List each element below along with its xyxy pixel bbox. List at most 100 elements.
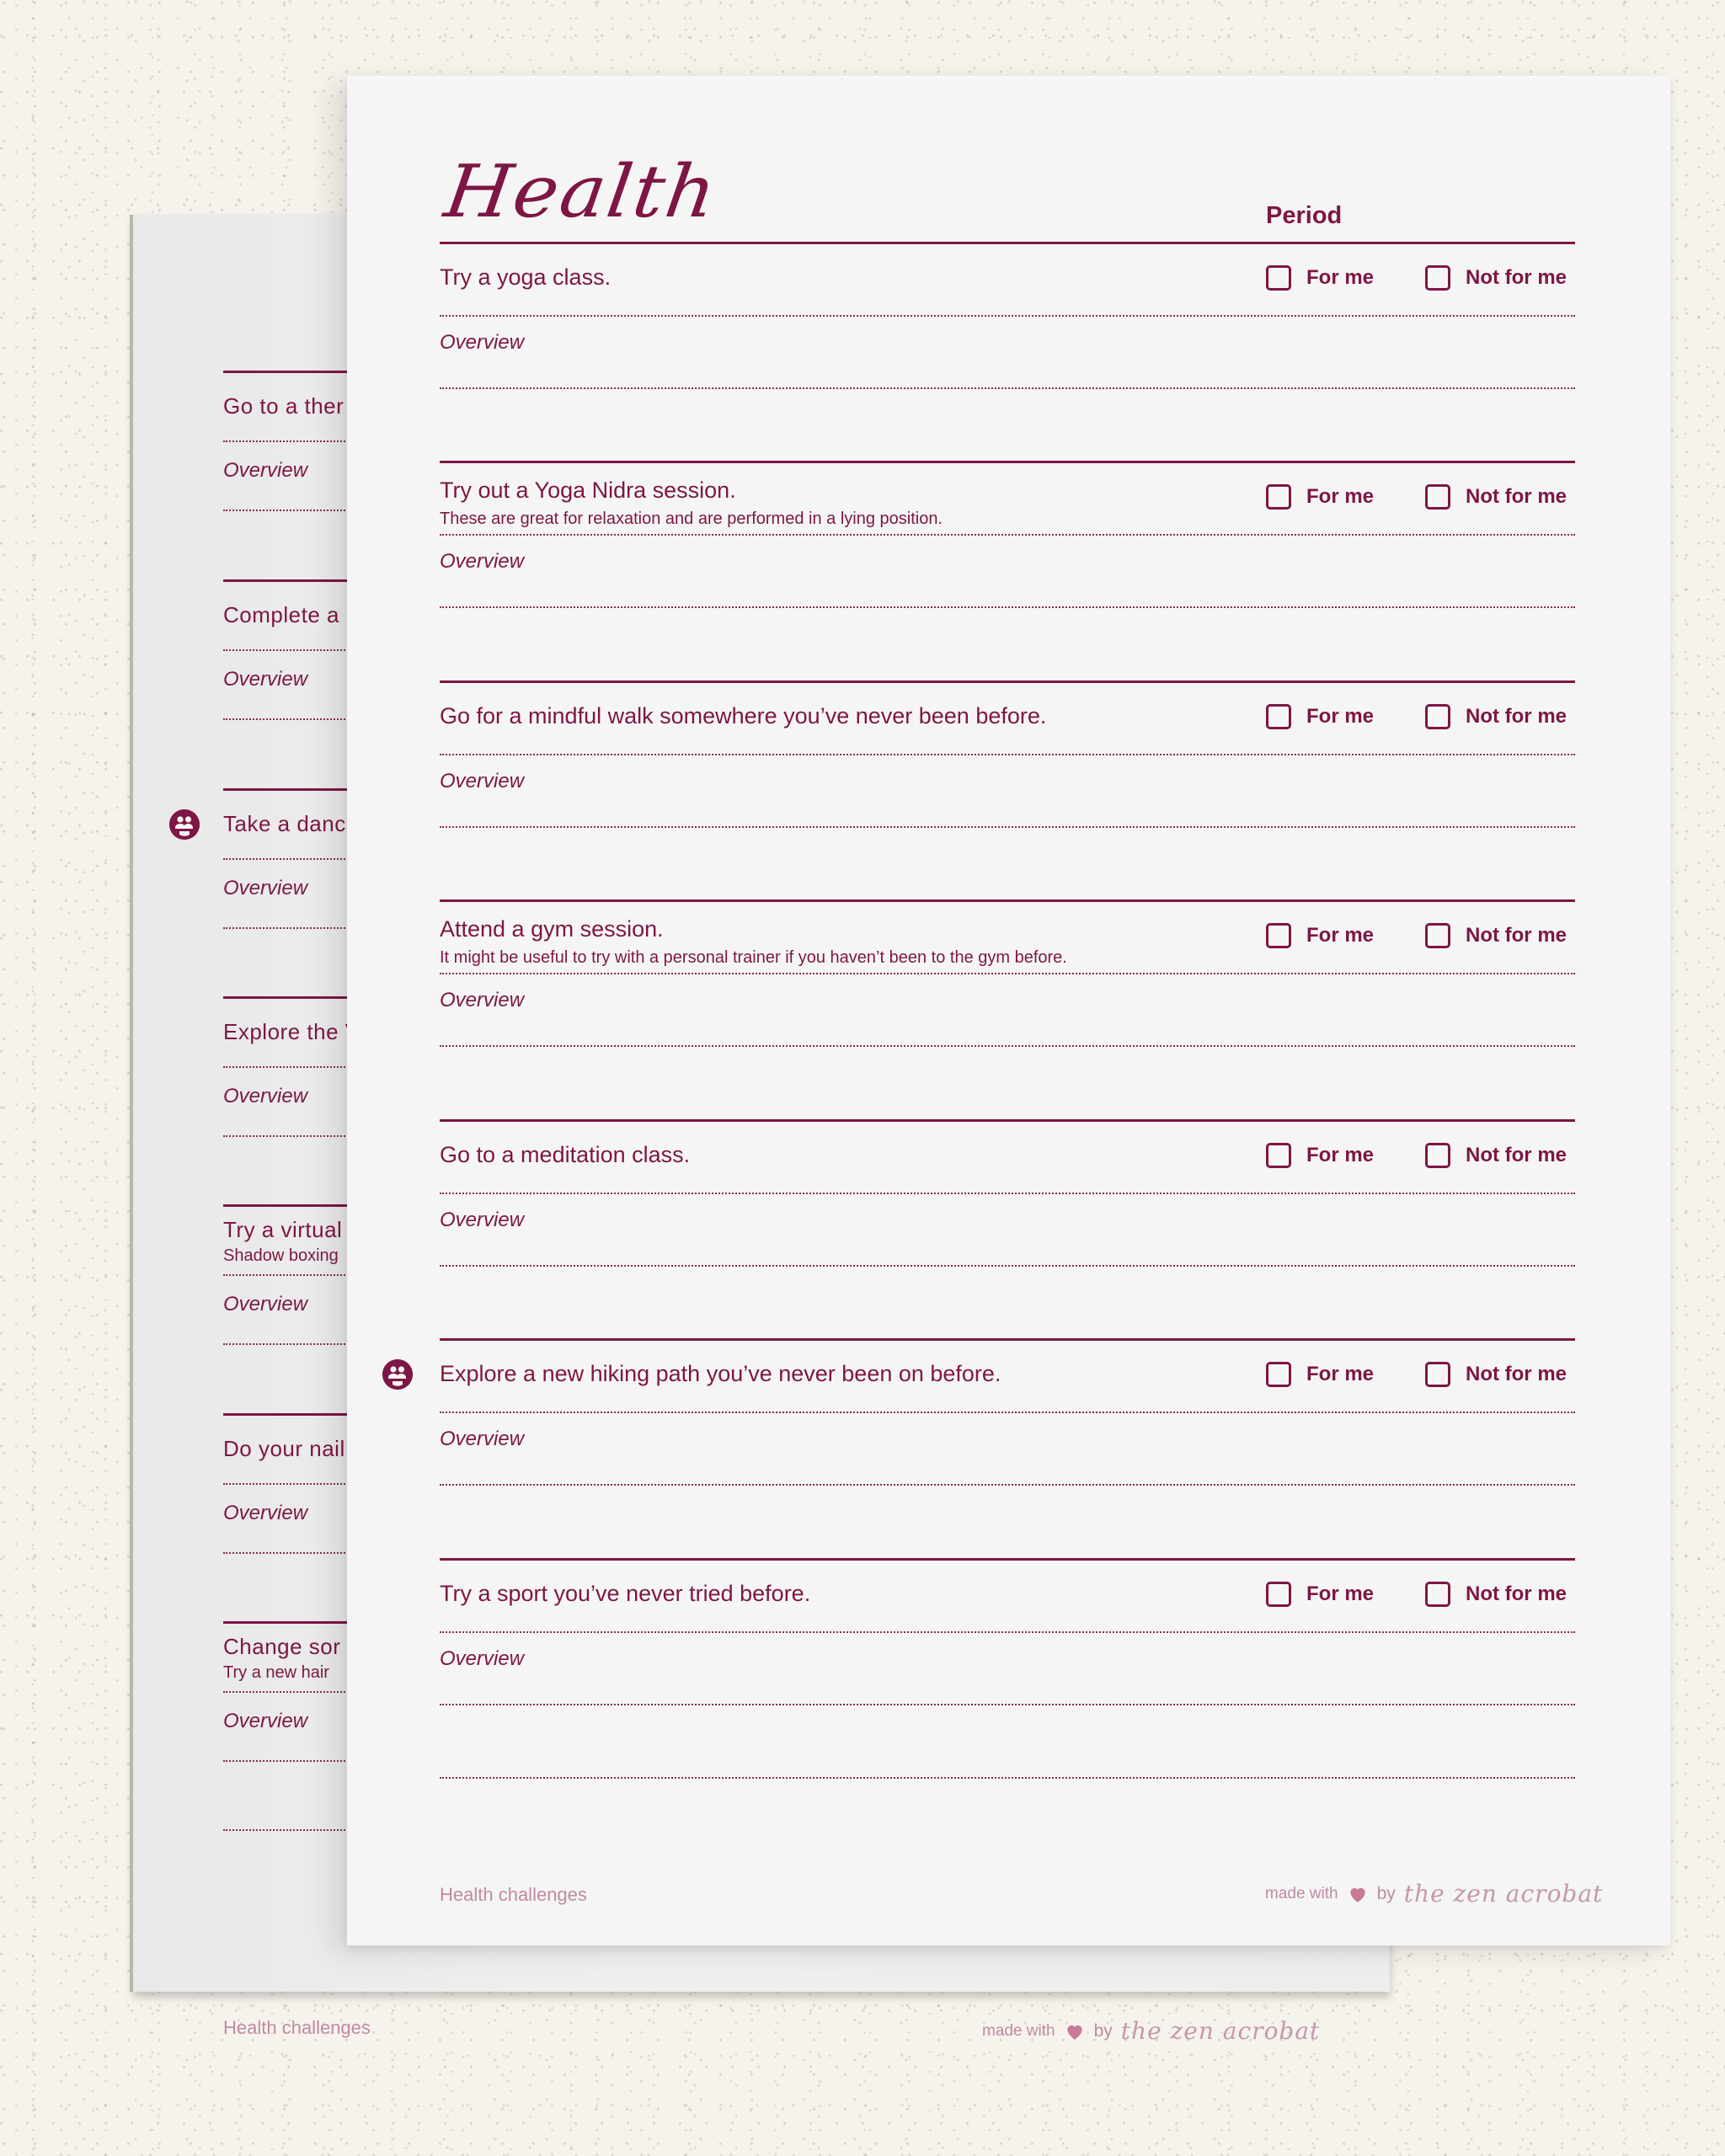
for-me-checkbox[interactable] xyxy=(1266,923,1291,948)
for-me-checkbox[interactable] xyxy=(1266,484,1291,510)
not-for-me-option[interactable]: Not for me xyxy=(1425,923,1567,948)
for-me-checkbox[interactable] xyxy=(1266,1143,1291,1168)
task-text: Explore the V xyxy=(223,1019,360,1044)
for-me-label[interactable]: For me xyxy=(1306,1363,1374,1386)
task-subtext: These are great for relaxation and are p… xyxy=(440,510,943,528)
overview-field: Overview xyxy=(223,1502,308,1524)
overview-field: Overview xyxy=(223,459,308,482)
not-for-me-checkbox[interactable] xyxy=(1425,265,1450,291)
task-row: Try a sport you’ve never tried before. Fo… xyxy=(440,1558,1575,1779)
task-text: Do your nail xyxy=(223,1436,345,1461)
not-for-me-checkbox[interactable] xyxy=(1425,704,1450,729)
overview-field: Overview xyxy=(223,668,308,691)
overview-field: Overview xyxy=(223,1085,308,1107)
for-me-option[interactable]: For me xyxy=(1266,1143,1374,1168)
overview-field: Overview xyxy=(223,877,308,899)
overview-field[interactable]: Overview xyxy=(440,550,524,574)
not-for-me-checkbox[interactable] xyxy=(1425,923,1450,948)
overview-dotted-line xyxy=(440,387,1575,389)
brand-signature: the zen acrobat xyxy=(1403,1880,1604,1908)
by-label: by xyxy=(1093,2020,1113,2041)
overview-field[interactable]: Overview xyxy=(440,1647,524,1671)
not-for-me-label[interactable]: Not for me xyxy=(1466,1582,1567,1606)
not-for-me-checkbox[interactable] xyxy=(1425,1362,1450,1387)
group-activity-icon xyxy=(382,1359,413,1390)
for-me-label[interactable]: For me xyxy=(1306,485,1374,509)
heart-icon xyxy=(1349,1887,1365,1903)
for-me-option[interactable]: For me xyxy=(1266,484,1374,510)
row-dotted-divider xyxy=(440,973,1575,974)
for-me-label[interactable]: For me xyxy=(1306,1144,1374,1167)
row-dotted-divider xyxy=(440,1412,1575,1413)
row-divider xyxy=(440,1558,1575,1561)
footer-title: Health challenges xyxy=(440,1884,587,1905)
row-divider xyxy=(440,1338,1575,1341)
for-me-option[interactable]: For me xyxy=(1266,704,1374,729)
overview-field[interactable]: Overview xyxy=(440,331,524,355)
overview-dotted-line xyxy=(440,1704,1575,1705)
for-me-checkbox[interactable] xyxy=(1266,704,1291,729)
task-text: Try a sport you’ve never tried before. xyxy=(440,1581,811,1606)
for-me-label[interactable]: For me xyxy=(1306,266,1374,290)
overview-field[interactable]: Overview xyxy=(440,989,524,1012)
for-me-checkbox[interactable] xyxy=(1266,265,1291,291)
not-for-me-option[interactable]: Not for me xyxy=(1425,704,1567,729)
task-row: Go to a meditation class. For me Not for m… xyxy=(440,1119,1575,1338)
row-divider xyxy=(440,461,1575,463)
overview-field[interactable]: Overview xyxy=(440,1428,524,1451)
overview-field: Overview xyxy=(223,1293,308,1315)
for-me-option[interactable]: For me xyxy=(1266,923,1374,948)
not-for-me-label[interactable]: Not for me xyxy=(1466,266,1567,290)
for-me-option[interactable]: For me xyxy=(1266,1362,1374,1387)
for-me-label[interactable]: For me xyxy=(1306,1582,1374,1606)
made-with-label: made with xyxy=(982,2021,1055,2040)
not-for-me-label[interactable]: Not for me xyxy=(1466,1363,1567,1386)
task-text: Go to a ther xyxy=(223,393,344,419)
back-footer-title: Health challenges xyxy=(223,2017,371,2038)
overview-dotted-line xyxy=(440,1777,1575,1779)
task-row: Go for a mindful walk somewhere you’ve n… xyxy=(440,680,1575,899)
task-text: Change sor xyxy=(223,1634,341,1659)
not-for-me-option[interactable]: Not for me xyxy=(1425,265,1567,291)
not-for-me-label[interactable]: Not for me xyxy=(1466,924,1567,947)
for-me-checkbox[interactable] xyxy=(1266,1582,1291,1607)
row-divider xyxy=(440,1119,1575,1122)
not-for-me-label[interactable]: Not for me xyxy=(1466,485,1567,509)
for-me-checkbox[interactable] xyxy=(1266,1362,1291,1387)
not-for-me-label[interactable]: Not for me xyxy=(1466,1144,1567,1167)
overview-dotted-line xyxy=(440,1045,1575,1047)
row-divider xyxy=(440,899,1575,902)
not-for-me-checkbox[interactable] xyxy=(1425,1582,1450,1607)
heart-icon xyxy=(1066,2025,1082,2040)
for-me-label[interactable]: For me xyxy=(1306,705,1374,728)
period-column-header: Period xyxy=(1266,202,1343,229)
by-label: by xyxy=(1376,1883,1396,1903)
overview-field: Overview xyxy=(223,1710,308,1732)
not-for-me-checkbox[interactable] xyxy=(1425,484,1450,510)
task-row: Try out a Yoga Nidra session. These are g… xyxy=(440,461,1575,680)
task-text: Try a virtual xyxy=(223,1217,343,1242)
page-title: Health xyxy=(440,150,724,234)
task-text: Take a danc xyxy=(223,811,346,836)
for-me-option[interactable]: For me xyxy=(1266,265,1374,291)
not-for-me-option[interactable]: Not for me xyxy=(1425,1582,1567,1607)
for-me-label[interactable]: For me xyxy=(1306,924,1374,947)
row-divider xyxy=(440,680,1575,683)
task-row: Try a yoga class. For me Not for me Overvie… xyxy=(440,242,1575,461)
group-activity-icon xyxy=(169,809,200,840)
overview-field[interactable]: Overview xyxy=(440,1209,524,1232)
not-for-me-option[interactable]: Not for me xyxy=(1425,1362,1567,1387)
task-text: Complete a xyxy=(223,602,339,627)
not-for-me-checkbox[interactable] xyxy=(1425,1143,1450,1168)
task-subtext: Shadow boxing xyxy=(223,1246,339,1265)
for-me-option[interactable]: For me xyxy=(1266,1582,1374,1607)
row-dotted-divider xyxy=(440,534,1575,536)
overview-field[interactable]: Overview xyxy=(440,770,524,793)
not-for-me-option[interactable]: Not for me xyxy=(1425,1143,1567,1168)
not-for-me-option[interactable]: Not for me xyxy=(1425,484,1567,510)
task-text: Try out a Yoga Nidra session. xyxy=(440,478,736,503)
not-for-me-label[interactable]: Not for me xyxy=(1466,705,1567,728)
brand-signature: the zen acrobat xyxy=(1120,2017,1321,2045)
row-dotted-divider xyxy=(440,1631,1575,1633)
overview-dotted-line xyxy=(440,826,1575,828)
